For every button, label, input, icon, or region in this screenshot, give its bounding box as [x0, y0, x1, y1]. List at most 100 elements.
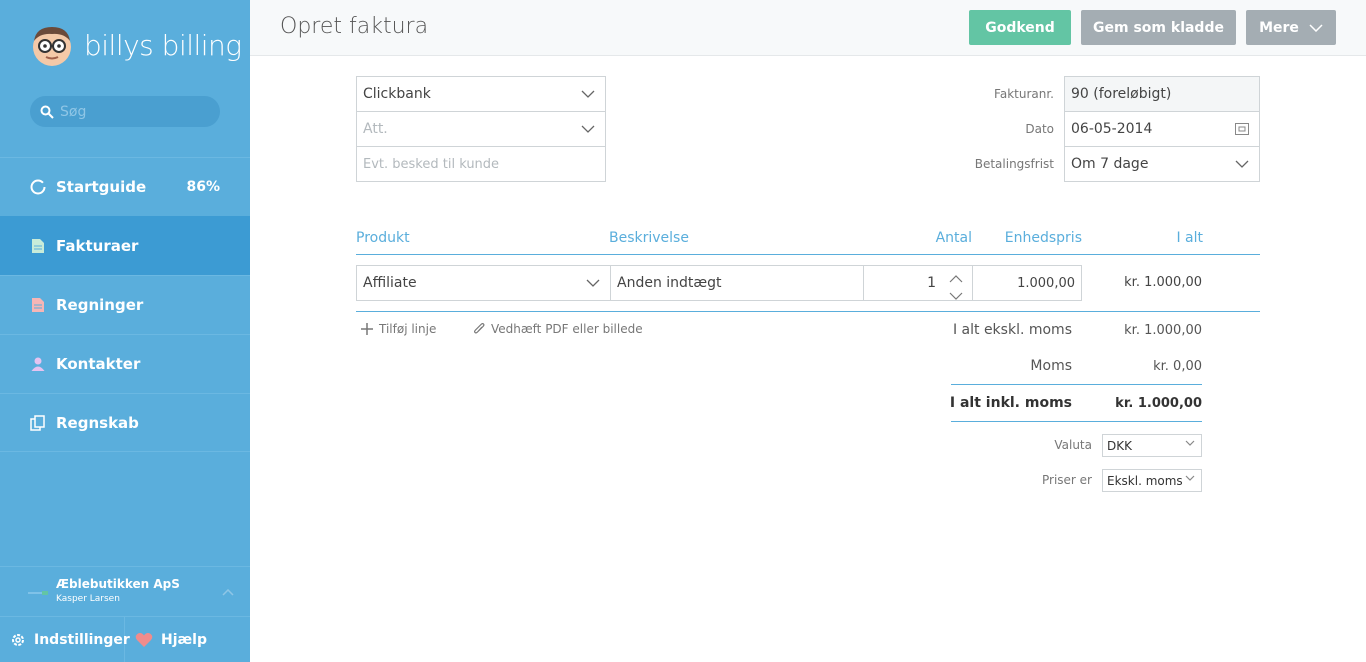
chevron-down-icon	[1309, 23, 1323, 32]
date-value: 06-05-2014	[1071, 121, 1153, 137]
startguide-ring-icon	[30, 179, 46, 195]
search-input[interactable]	[60, 103, 210, 120]
heart-icon	[135, 632, 153, 648]
company-name: Æblebutikken ApS	[56, 577, 180, 591]
gear-icon	[10, 632, 26, 648]
search-box[interactable]	[30, 96, 220, 127]
nav-label-regnskab: Regnskab	[56, 413, 139, 432]
add-line-button[interactable]: Tilføj linje	[361, 322, 436, 336]
nav-label-regninger: Regninger	[56, 296, 144, 314]
sidebar: billys billing Startguide 86% Fakturaer	[0, 0, 250, 662]
date-input[interactable]: 06-05-2014	[1064, 111, 1260, 147]
sidebar-footer: Indstillinger Hjælp	[0, 616, 250, 662]
quantity-stepper[interactable]: 1	[863, 265, 973, 301]
chevron-down-icon	[1183, 440, 1195, 446]
contact-icon	[30, 356, 46, 372]
line-total: kr. 1.000,00	[1124, 275, 1202, 290]
subtotal-value: kr. 1.000,00	[1124, 323, 1202, 338]
unit-price-input[interactable]: 1.000,00	[972, 265, 1082, 301]
description-value: Anden indtægt	[617, 275, 722, 291]
attach-button[interactable]: Vedhæft PDF eller billede	[473, 322, 643, 336]
company-user: Kasper Larsen	[56, 594, 120, 604]
prices-value: Ekskl. moms	[1107, 473, 1183, 488]
help-label: Hjælp	[161, 631, 208, 648]
invoice-icon	[30, 238, 46, 254]
contact-select[interactable]: Clickbank	[356, 76, 606, 112]
due-label: Betalingsfrist	[974, 157, 1054, 171]
add-line-label: Tilføj linje	[379, 322, 437, 336]
vat-value: kr. 0,00	[1153, 359, 1202, 374]
bill-icon	[30, 297, 46, 313]
nav-item-startguide[interactable]: Startguide 86%	[0, 157, 250, 216]
col-header-unit-price: Enhedspris	[1004, 230, 1082, 246]
product-value: Affiliate	[363, 275, 417, 291]
accounting-icon	[30, 414, 46, 431]
page-title: Opret faktura	[280, 14, 429, 39]
vat-label: Moms	[1030, 358, 1072, 374]
subtotal-label: I alt ekskl. moms	[952, 322, 1072, 338]
product-select[interactable]: Affiliate	[356, 265, 611, 301]
nav-item-regninger[interactable]: Regninger	[0, 275, 250, 334]
att-select[interactable]: Att.	[356, 111, 606, 147]
date-label: Dato	[1025, 122, 1054, 136]
chevron-down-icon	[581, 125, 595, 133]
billy-face-icon	[33, 27, 71, 66]
stepper-down-icon[interactable]	[949, 288, 963, 304]
nav-label-kontakter: Kontakter	[56, 355, 141, 373]
settings-button[interactable]: Indstillinger	[0, 617, 130, 662]
prices-select[interactable]: Ekskl. moms	[1102, 469, 1202, 492]
total-value: kr. 1.000,00	[1115, 396, 1202, 411]
search-icon	[40, 105, 54, 119]
col-header-product: Produkt	[356, 230, 410, 246]
chevron-down-icon	[1235, 160, 1249, 168]
logo[interactable]: billys billing	[30, 20, 242, 70]
due-select[interactable]: Om 7 dage	[1064, 146, 1260, 182]
stepper-up-icon[interactable]	[949, 271, 963, 287]
message-input[interactable]: Evt. besked til kunde	[356, 146, 606, 182]
header-divider	[356, 254, 1260, 255]
total-label: I alt inkl. moms	[949, 395, 1072, 411]
col-header-total: I alt	[1176, 230, 1203, 246]
brand-name: billys billing	[84, 28, 242, 62]
currency-value: DKK	[1107, 438, 1132, 453]
chevron-down-icon	[586, 279, 600, 287]
invoice-number-value: 90 (foreløbigt)	[1071, 86, 1172, 102]
quantity-value: 1	[927, 275, 936, 291]
summary-divider	[951, 384, 1202, 385]
summary-bottom-divider	[951, 421, 1202, 422]
more-label: Mere	[1259, 19, 1299, 36]
invoice-number-field: 90 (foreløbigt)	[1064, 76, 1260, 112]
col-header-quantity: Antal	[935, 230, 972, 246]
unit-price-value: 1.000,00	[1017, 275, 1075, 291]
description-input[interactable]: Anden indtægt	[610, 265, 864, 301]
currency-select[interactable]: DKK	[1102, 434, 1202, 457]
startguide-progress: 86%	[186, 179, 220, 195]
att-placeholder: Att.	[363, 121, 388, 137]
calendar-icon[interactable]	[1235, 123, 1249, 135]
nav-label-fakturaer: Fakturaer	[56, 237, 139, 255]
paperclip-icon	[473, 322, 485, 336]
invoice-number-label: Fakturanr.	[994, 87, 1054, 101]
settings-label: Indstillinger	[34, 631, 130, 648]
company-switcher[interactable]: Æblebutikken ApS Kasper Larsen	[0, 566, 250, 616]
save-draft-button[interactable]: Gem som kladde	[1081, 10, 1236, 45]
attach-label: Vedhæft PDF eller billede	[491, 322, 643, 336]
approve-button[interactable]: Godkend	[969, 10, 1071, 45]
nav-item-kontakter[interactable]: Kontakter	[0, 334, 250, 393]
more-button[interactable]: Mere	[1246, 10, 1336, 45]
company-logo-icon	[28, 591, 48, 595]
nav-label-startguide: Startguide	[56, 178, 147, 196]
main-nav: Startguide 86% Fakturaer Regninger Konta…	[0, 157, 250, 452]
due-value: Om 7 dage	[1071, 156, 1149, 172]
currency-label: Valuta	[1054, 438, 1092, 452]
prices-label: Priser er	[1042, 473, 1092, 487]
contact-value: Clickbank	[363, 86, 431, 102]
nav-item-fakturaer[interactable]: Fakturaer	[0, 216, 250, 275]
message-placeholder: Evt. besked til kunde	[363, 156, 500, 172]
plus-icon	[361, 323, 373, 335]
nav-item-regnskab[interactable]: Regnskab	[0, 393, 250, 452]
page-header: Opret faktura Godkend Gem som kladde Mer…	[250, 0, 1366, 56]
row-divider	[356, 311, 1260, 312]
chevron-down-icon	[1183, 475, 1195, 481]
help-button[interactable]: Hjælp	[125, 617, 207, 662]
